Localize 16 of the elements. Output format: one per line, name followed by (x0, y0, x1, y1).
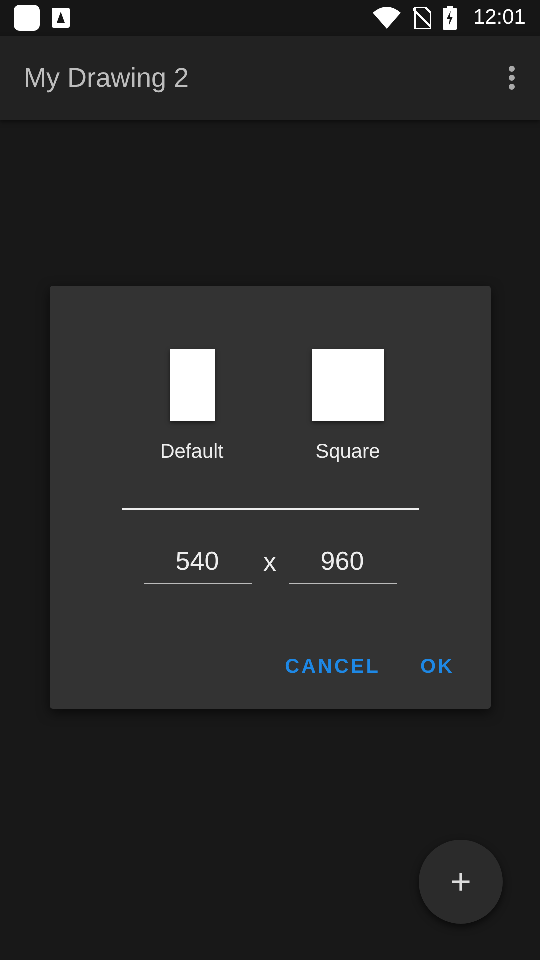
app-title: My Drawing 2 (24, 62, 190, 94)
status-time: 12:01 (473, 6, 526, 30)
width-field[interactable]: 540 (144, 546, 252, 584)
battery-icon (443, 6, 458, 30)
preset-shape[interactable] (312, 349, 384, 421)
height-field[interactable]: 960 (288, 546, 396, 584)
app-icon (14, 5, 40, 31)
no-sim-icon (413, 7, 432, 29)
add-button[interactable]: + (419, 840, 503, 924)
more-options-icon[interactable] (508, 65, 516, 91)
times-sign: x (264, 547, 276, 579)
preset-label: Square (316, 441, 380, 464)
preset-label: Default (160, 441, 224, 464)
wifi-icon (373, 7, 402, 29)
notification-icon (52, 8, 70, 28)
preset-shape[interactable] (170, 349, 214, 421)
